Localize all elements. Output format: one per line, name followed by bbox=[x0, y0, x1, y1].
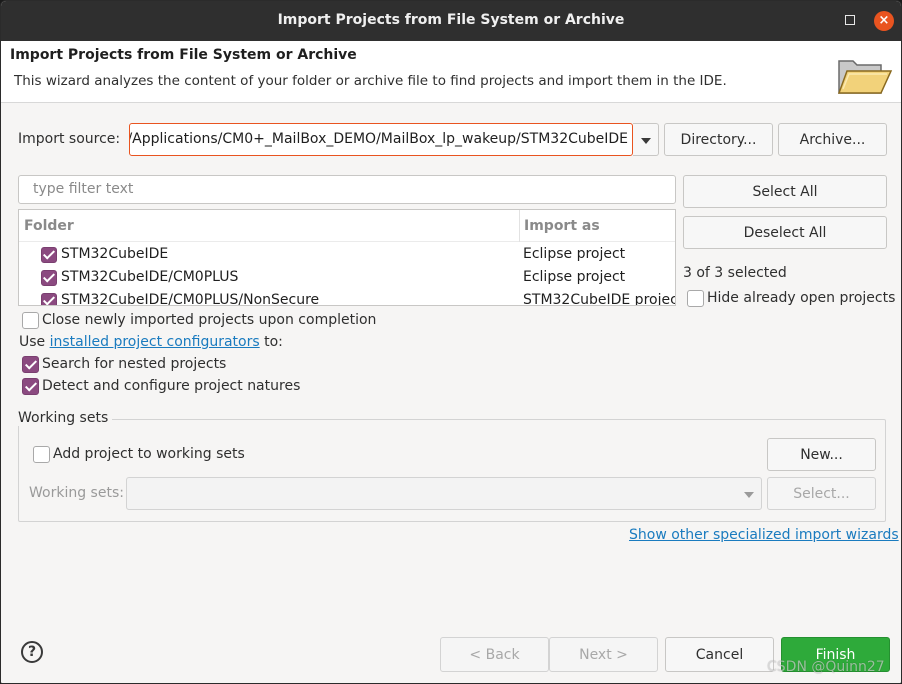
window-title: Import Projects from File System or Arch… bbox=[277, 12, 625, 28]
table-row[interactable]: STM32CubeIDE/CM0PLUS/NonSecure STM32Cube… bbox=[19, 290, 676, 306]
add-to-working-sets-checkbox[interactable] bbox=[33, 446, 50, 463]
new-working-set-button[interactable]: New... bbox=[767, 438, 876, 471]
search-nested-label[interactable]: Search for nested projects bbox=[42, 356, 226, 372]
table-row[interactable]: STM32CubeIDE Eclipse project bbox=[19, 244, 675, 267]
row-checkbox[interactable] bbox=[41, 293, 57, 305]
working-sets-combo[interactable] bbox=[126, 477, 762, 510]
configurators-link[interactable]: installed project configurators bbox=[50, 334, 260, 350]
select-working-sets-button[interactable]: Select... bbox=[767, 477, 876, 510]
hide-open-label[interactable]: Hide already open projects bbox=[707, 290, 895, 306]
wizard-title: Import Projects from File System or Arch… bbox=[10, 47, 357, 63]
directory-button[interactable]: Directory... bbox=[664, 123, 773, 156]
close-icon[interactable]: × bbox=[874, 11, 894, 31]
import-source-label: Import source: bbox=[18, 131, 121, 147]
other-wizards-link[interactable]: Show other specialized import wizards bbox=[629, 527, 899, 543]
import-source-input[interactable]: :/Applications/CM0+_MailBox_DEMO/MailBox… bbox=[129, 123, 633, 156]
configurators-line: Use installed project configurators to: bbox=[19, 334, 283, 350]
maximize-icon[interactable] bbox=[845, 15, 855, 25]
wizard-header: Import Projects from File System or Arch… bbox=[1, 41, 901, 103]
close-after-checkbox[interactable] bbox=[22, 312, 39, 329]
folder-cell: STM32CubeIDE bbox=[61, 246, 169, 262]
add-to-working-sets-label[interactable]: Add project to working sets bbox=[53, 446, 245, 462]
import-as-cell: Eclipse project bbox=[523, 269, 626, 285]
search-nested-checkbox[interactable] bbox=[22, 356, 39, 373]
chevron-down-icon bbox=[744, 492, 754, 498]
watermark: CSDN @Quinn27 bbox=[767, 659, 885, 675]
import-as-cell: Eclipse project bbox=[523, 246, 626, 262]
filter-input[interactable]: type filter text bbox=[18, 175, 676, 204]
detect-natures-checkbox[interactable] bbox=[22, 378, 39, 395]
title-bar[interactable]: Import Projects from File System or Arch… bbox=[1, 1, 901, 41]
open-folder-icon bbox=[837, 60, 893, 94]
deselect-all-button[interactable]: Deselect All bbox=[683, 216, 887, 249]
cancel-button[interactable]: Cancel bbox=[665, 637, 774, 672]
folder-cell: STM32CubeIDE/CM0PLUS/NonSecure bbox=[61, 292, 320, 306]
next-button[interactable]: Next > bbox=[549, 637, 658, 672]
wizard-description: This wizard analyzes the content of your… bbox=[14, 73, 727, 89]
selected-count: 3 of 3 selected bbox=[683, 265, 787, 281]
import-dialog: Import Projects from File System or Arch… bbox=[0, 0, 902, 684]
import-source-value: :/Applications/CM0+_MailBox_DEMO/MailBox… bbox=[129, 131, 628, 147]
filter-placeholder: type filter text bbox=[33, 181, 134, 197]
folder-cell: STM32CubeIDE/CM0PLUS bbox=[61, 269, 239, 285]
hide-open-checkbox[interactable] bbox=[687, 290, 704, 307]
use-suffix: to: bbox=[259, 334, 283, 350]
row-checkbox[interactable] bbox=[41, 247, 57, 263]
column-header-folder[interactable]: Folder bbox=[24, 218, 74, 234]
column-divider[interactable] bbox=[519, 210, 520, 242]
column-header-import-as[interactable]: Import as bbox=[524, 218, 600, 234]
back-button[interactable]: < Back bbox=[440, 637, 549, 672]
close-after-label[interactable]: Close newly imported projects upon compl… bbox=[42, 312, 376, 328]
select-all-button[interactable]: Select All bbox=[683, 175, 887, 208]
import-as-cell: STM32CubeIDE project bbox=[523, 292, 676, 306]
projects-table[interactable]: Folder Import as STM32CubeIDE Eclipse pr… bbox=[18, 209, 676, 306]
table-row[interactable]: STM32CubeIDE/CM0PLUS Eclipse project bbox=[19, 267, 675, 290]
detect-natures-label[interactable]: Detect and configure project natures bbox=[42, 378, 300, 394]
working-sets-field-label: Working sets: bbox=[29, 485, 124, 501]
use-prefix: Use bbox=[19, 334, 50, 350]
row-checkbox[interactable] bbox=[41, 270, 57, 286]
chevron-down-icon bbox=[641, 138, 651, 144]
table-header: Folder Import as bbox=[19, 210, 675, 242]
help-icon[interactable]: ? bbox=[21, 641, 43, 663]
working-sets-group-title: Working sets bbox=[18, 410, 113, 426]
import-source-dropdown[interactable] bbox=[633, 123, 659, 156]
archive-button[interactable]: Archive... bbox=[778, 123, 887, 156]
